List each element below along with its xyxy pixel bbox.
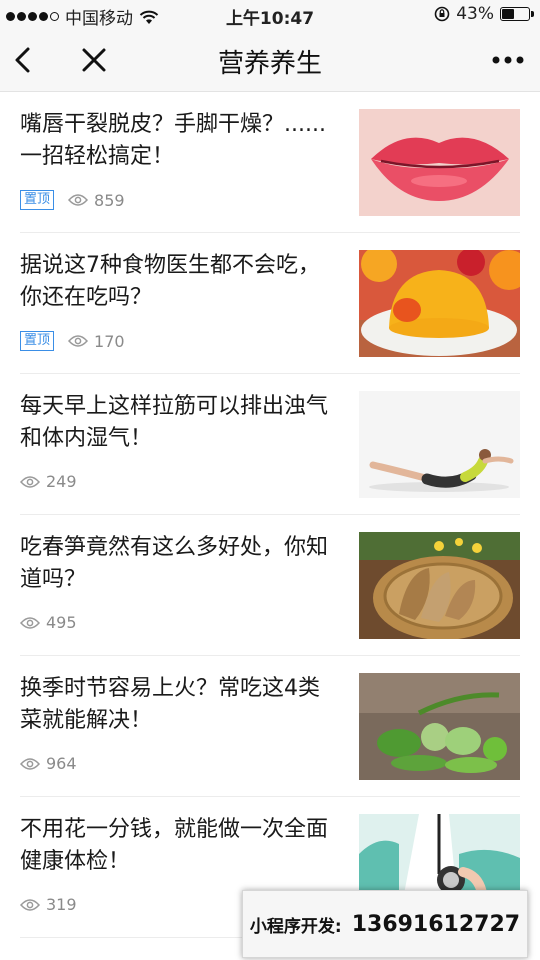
promo-phone: 13691612727 xyxy=(351,911,521,937)
eye-icon xyxy=(20,475,40,488)
article-title: 换季时节容易上火？常吃这4类菜就能解决！ xyxy=(20,676,320,733)
battery-percent: 43% xyxy=(456,4,494,24)
stretching-woman-photo xyxy=(359,391,520,498)
article-meta: 495 xyxy=(20,613,77,632)
battery-icon xyxy=(500,7,534,21)
orientation-lock-icon xyxy=(434,6,450,22)
bamboo-shoots-basket-photo xyxy=(359,532,520,639)
more-options-icon[interactable] xyxy=(488,44,528,76)
eye-icon xyxy=(68,194,89,206)
view-count: 495 xyxy=(20,613,77,632)
promo-label: 小程序开发: xyxy=(249,916,342,937)
eye-icon xyxy=(68,335,89,347)
article-item[interactable]: 嘴唇干裂脱皮？手脚干燥？......一招轻松搞定！ 置顶 859 xyxy=(20,92,520,233)
view-count-value: 170 xyxy=(94,331,125,351)
view-count: 249 xyxy=(20,472,77,491)
view-count-value: 495 xyxy=(46,613,77,632)
back-arrow-icon[interactable] xyxy=(8,44,40,76)
article-item[interactable]: 每天早上这样拉筋可以排出浊气和体内湿气！ 249 xyxy=(20,374,520,515)
article-item[interactable]: 据说这7种食物医生都不会吃，你还在吃吗？ 置顶 170 xyxy=(20,233,520,374)
view-count: 859 xyxy=(68,191,125,210)
eye-icon xyxy=(20,898,40,911)
red-lips-photo xyxy=(359,109,520,216)
view-count-value: 964 xyxy=(46,754,77,773)
article-title: 嘴唇干裂脱皮？手脚干燥？......一招轻松搞定！ xyxy=(20,112,326,169)
close-icon[interactable] xyxy=(78,44,110,76)
view-count: 319 xyxy=(20,895,77,914)
view-count: 170 xyxy=(68,332,125,351)
article-title: 不用花一分钱，就能做一次全面健康体检！ xyxy=(20,817,329,874)
article-item[interactable]: 吃春笋竟然有这么多好处，你知道吗？ 495 xyxy=(20,515,520,656)
green-vegetables-photo xyxy=(359,673,520,780)
status-right: 43% xyxy=(434,4,534,24)
article-title: 吃春笋竟然有这么多好处，你知道吗？ xyxy=(20,535,329,592)
eye-icon xyxy=(20,757,40,770)
pinned-badge: 置顶 xyxy=(20,190,55,210)
view-count-value: 859 xyxy=(94,190,125,210)
article-meta: 249 xyxy=(20,472,77,491)
promo-banner[interactable]: 小程序开发: 13691612727 xyxy=(242,890,528,958)
article-meta: 置顶 859 xyxy=(20,190,125,210)
navigation-bar: 营养养生 xyxy=(0,30,540,92)
article-item[interactable]: 换季时节容易上火？常吃这4类菜就能解决！ 964 xyxy=(20,656,520,797)
article-meta: 置顶 170 xyxy=(20,331,125,351)
article-title: 每天早上这样拉筋可以排出浊气和体内湿气！ xyxy=(20,394,329,451)
jelly-dessert-photo xyxy=(359,250,520,357)
view-count-value: 319 xyxy=(46,895,77,914)
status-bar: 中国移动 上午10:47 43% xyxy=(0,0,540,30)
view-count: 964 xyxy=(20,754,77,773)
article-meta: 319 xyxy=(20,895,77,914)
view-count-value: 249 xyxy=(46,472,77,491)
article-meta: 964 xyxy=(20,754,77,773)
eye-icon xyxy=(20,616,40,629)
article-title: 据说这7种食物医生都不会吃，你还在吃吗？ xyxy=(20,253,320,310)
pinned-badge: 置顶 xyxy=(20,331,55,351)
article-list: 嘴唇干裂脱皮？手脚干燥？......一招轻松搞定！ 置顶 859 据说这7种食物医生都… xyxy=(0,92,540,938)
